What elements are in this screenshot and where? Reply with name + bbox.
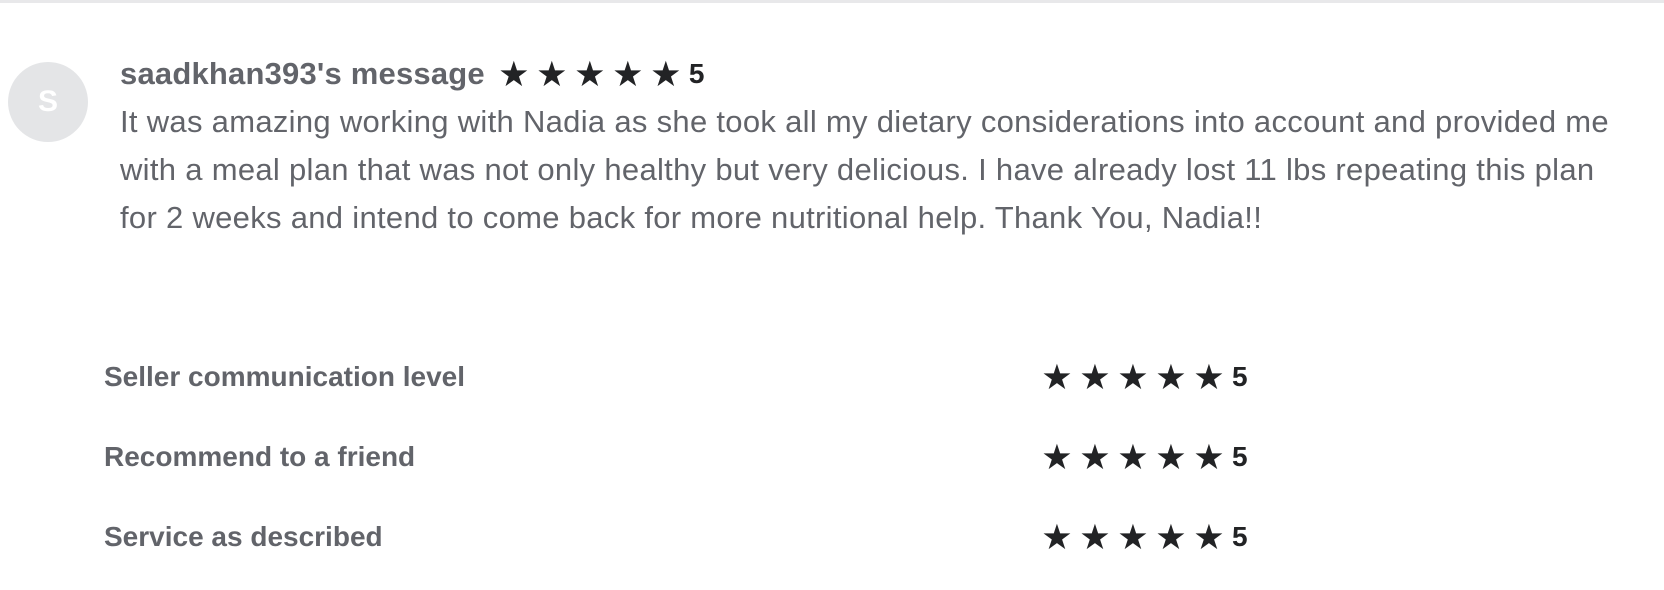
breakdown-row: Seller communication level ★ ★ ★ ★ ★ 5: [104, 355, 1664, 435]
star-icon: ★: [1193, 437, 1225, 477]
star-icon: ★: [1117, 357, 1149, 397]
star-icon: ★: [1193, 517, 1225, 557]
star-icon: ★: [1117, 437, 1149, 477]
breakdown-row: Service as described ★ ★ ★ ★ ★ 5: [104, 515, 1664, 590]
breakdown-score: 5: [1232, 361, 1248, 392]
star-icon: ★: [1117, 517, 1149, 557]
rating-breakdown: Seller communication level ★ ★ ★ ★ ★ 5 R…: [104, 355, 1664, 590]
star-icon: ★: [1079, 357, 1111, 397]
breakdown-label: Recommend to a friend: [104, 441, 416, 472]
breakdown-rating: ★ ★ ★ ★ ★ 5: [1038, 515, 1248, 559]
breakdown-rating: ★ ★ ★ ★ ★ 5: [1038, 435, 1248, 479]
breakdown-score: 5: [1232, 441, 1248, 472]
star-icon: ★: [1041, 357, 1073, 397]
review-header: saadkhan393's message ★ ★ ★ ★ ★ 5: [120, 52, 704, 96]
star-icon: ★: [1041, 517, 1073, 557]
star-icon: ★: [536, 54, 568, 94]
breakdown-label: Seller communication level: [104, 361, 466, 392]
star-icon: ★: [1041, 437, 1073, 477]
star-icon: ★: [1155, 517, 1187, 557]
review-text: It was amazing working with Nadia as she…: [120, 104, 1609, 235]
star-icon: ★: [1079, 517, 1111, 557]
review-stars: ★ ★ ★ ★ ★: [495, 57, 685, 92]
star-icon: ★: [1155, 357, 1187, 397]
reviewer-name: saadkhan393's message: [120, 56, 485, 91]
star-icon: ★: [612, 54, 644, 94]
breakdown-score: 5: [1232, 521, 1248, 552]
star-icon: ★: [650, 54, 682, 94]
avatar-initial: S: [37, 85, 58, 118]
review-card: S saadkhan393's message ★ ★ ★ ★ ★ 5 It w…: [0, 0, 1664, 590]
star-icon: ★: [498, 54, 530, 94]
avatar: S: [8, 62, 88, 142]
breakdown-rating: ★ ★ ★ ★ ★ 5: [1038, 355, 1248, 399]
breakdown-label: Service as described: [104, 521, 383, 552]
review-score: 5: [688, 58, 705, 89]
star-icon: ★: [574, 54, 606, 94]
top-divider: [0, 0, 1664, 3]
breakdown-row: Recommend to a friend ★ ★ ★ ★ ★ 5: [104, 435, 1664, 515]
star-icon: ★: [1193, 357, 1225, 397]
star-icon: ★: [1155, 437, 1187, 477]
star-icon: ★: [1079, 437, 1111, 477]
